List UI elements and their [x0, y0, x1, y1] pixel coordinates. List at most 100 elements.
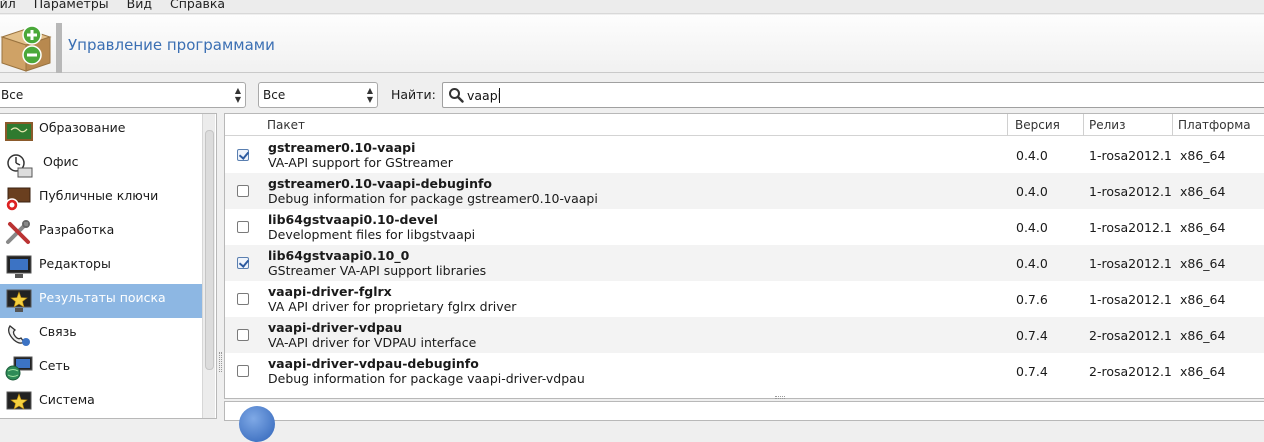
menu-file[interactable]: айл — [0, 0, 16, 10]
find-label: Найти: — [391, 87, 436, 102]
package-name: vaapi-driver-fglrx — [268, 284, 392, 299]
package-checkbox[interactable] — [237, 329, 249, 341]
table-row[interactable]: vaapi-driver-fglrx VA API driver for pro… — [225, 281, 1264, 317]
package-version: 0.4.0 — [1016, 220, 1048, 235]
sidebar-item-label: Система — [39, 392, 95, 407]
table-row[interactable]: lib64gstvaapi0.10-devel Development file… — [225, 209, 1264, 245]
package-description: VA-API support for GStreamer — [268, 155, 453, 170]
package-platform: x86_64 — [1180, 292, 1226, 307]
package-name: vaapi-driver-vdpau — [268, 320, 403, 335]
page-title: Управление программами — [68, 36, 275, 54]
package-name: gstreamer0.10-vaapi-debuginfo — [268, 176, 493, 191]
package-platform: x86_64 — [1180, 148, 1226, 163]
spin-arrows-icon: ▲ ▼ — [234, 86, 241, 104]
spin-arrows-icon: ▲ ▼ — [366, 86, 373, 104]
package-name: gstreamer0.10-vaapi — [268, 140, 416, 155]
search-input[interactable]: vaapi — [442, 82, 1264, 108]
package-version: 0.4.0 — [1016, 148, 1048, 163]
package-description: VA API driver for proprietary fglrx driv… — [268, 299, 517, 314]
sidebar-item-editors[interactable]: Редакторы — [0, 250, 202, 284]
sidebar-item-communication[interactable]: Связь — [0, 318, 202, 352]
package-version: 0.4.0 — [1016, 184, 1048, 199]
sidebar-item-label: Редакторы — [39, 256, 111, 271]
table-row[interactable]: lib64gstvaapi0.10_0 GStreamer VA-API sup… — [225, 245, 1264, 281]
sidebar-item-label: Связь — [39, 324, 77, 339]
menubar: айл Параметры Вид Справка — [0, 0, 1264, 14]
package-release: 1-rosa2012.1 — [1089, 256, 1172, 271]
package-version: 0.7.4 — [1016, 328, 1048, 343]
system-icon — [6, 391, 32, 410]
vertical-splitter-handle[interactable] — [219, 352, 222, 372]
package-version: 0.7.6 — [1016, 292, 1048, 307]
column-header-release[interactable]: Релиз — [1089, 118, 1125, 132]
sidebar-scrollbar[interactable] — [202, 114, 215, 418]
sidebar-item-label: Офис — [43, 154, 79, 169]
info-icon — [239, 406, 275, 442]
sidebar-item-label: Сеть — [39, 358, 71, 373]
table-header: Пакет Версия Релиз Платформа — [225, 114, 1264, 136]
category-sidebar: Образование Офис Публичные ключи Разрабо… — [0, 113, 217, 419]
sidebar-item-search-results[interactable]: Результаты поиска — [0, 284, 202, 318]
package-checkbox[interactable] — [237, 365, 249, 377]
package-version: 0.4.0 — [1016, 256, 1048, 271]
status-filter-select[interactable]: Все ▲ ▼ — [258, 82, 378, 108]
package-checkbox[interactable] — [237, 257, 249, 269]
education-icon — [5, 122, 33, 141]
package-description: VA-API driver for VDPAU interface — [268, 335, 477, 350]
sidebar-item-public-keys[interactable]: Публичные ключи — [0, 182, 202, 216]
sidebar-item-office[interactable]: Офис — [0, 148, 202, 182]
package-description: GStreamer VA-API support libraries — [268, 263, 487, 278]
communication-icon — [8, 325, 30, 346]
package-description: Debug information for package vaapi-driv… — [268, 371, 585, 386]
category-filter-value: Все — [1, 88, 24, 102]
package-release: 1-rosa2012.1 — [1089, 292, 1172, 307]
category-filter-select[interactable]: Все ▲ ▼ — [0, 82, 246, 108]
status-filter-value: Все — [263, 88, 286, 102]
package-platform: x86_64 — [1180, 256, 1226, 271]
menu-view[interactable]: Вид — [127, 0, 152, 10]
table-row[interactable]: vaapi-driver-vdpau-debuginfo Debug infor… — [225, 353, 1264, 389]
package-name: lib64gstvaapi0.10-devel — [268, 212, 438, 227]
package-platform: x86_64 — [1180, 364, 1226, 379]
table-row[interactable]: gstreamer0.10-vaapi VA-API support for G… — [225, 137, 1264, 173]
column-header-package[interactable]: Пакет — [267, 118, 305, 132]
package-checkbox[interactable] — [237, 221, 249, 233]
package-checkbox[interactable] — [237, 185, 249, 197]
horizontal-splitter-handle[interactable] — [775, 396, 785, 399]
column-header-version[interactable]: Версия — [1015, 118, 1060, 132]
editors-icon — [6, 255, 32, 278]
sidebar-item-network[interactable]: Сеть — [0, 352, 202, 386]
package-checkbox[interactable] — [237, 149, 249, 161]
package-platform: x86_64 — [1180, 220, 1226, 235]
column-header-platform[interactable]: Платформа — [1178, 118, 1251, 132]
public-keys-icon — [5, 187, 31, 212]
package-description: Development files for libgstvaapi — [268, 227, 476, 242]
sidebar-item-system[interactable]: Система — [0, 386, 202, 420]
column-divider[interactable] — [1083, 114, 1084, 136]
package-release: 2-rosa2012.1 — [1089, 364, 1172, 379]
table-row[interactable]: gstreamer0.10-vaapi-debuginfo Debug info… — [225, 173, 1264, 209]
package-description: Debug information for package gstreamer0… — [268, 191, 598, 206]
development-icon — [6, 220, 30, 244]
filter-bar: Все ▲ ▼ Все ▲ ▼ Найти: vaapi — [0, 74, 1264, 114]
search-value: vaapi — [467, 88, 502, 103]
sidebar-item-education[interactable]: Образование — [0, 114, 202, 148]
column-divider[interactable] — [1172, 114, 1173, 136]
network-icon — [5, 356, 33, 381]
text-caret — [499, 88, 500, 103]
sidebar-item-development[interactable]: Разработка — [0, 216, 202, 250]
sidebar-item-label: Публичные ключи — [39, 188, 159, 203]
column-divider[interactable] — [1007, 114, 1008, 136]
package-checkbox[interactable] — [237, 293, 249, 305]
package-info-panel — [224, 401, 1264, 442]
package-add-remove-icon — [0, 23, 62, 73]
menu-help[interactable]: Справка — [170, 0, 225, 10]
sidebar-scrollbar-thumb[interactable] — [205, 130, 214, 370]
package-release: 2-rosa2012.1 — [1089, 328, 1172, 343]
menu-settings[interactable]: Параметры — [34, 0, 109, 10]
app-header: Управление программами — [0, 15, 1264, 73]
search-results-icon — [6, 289, 32, 312]
sidebar-item-label: Разработка — [39, 222, 115, 237]
table-row[interactable]: vaapi-driver-vdpau VA-API driver for VDP… — [225, 317, 1264, 353]
sidebar-item-label: Результаты поиска — [39, 290, 166, 305]
